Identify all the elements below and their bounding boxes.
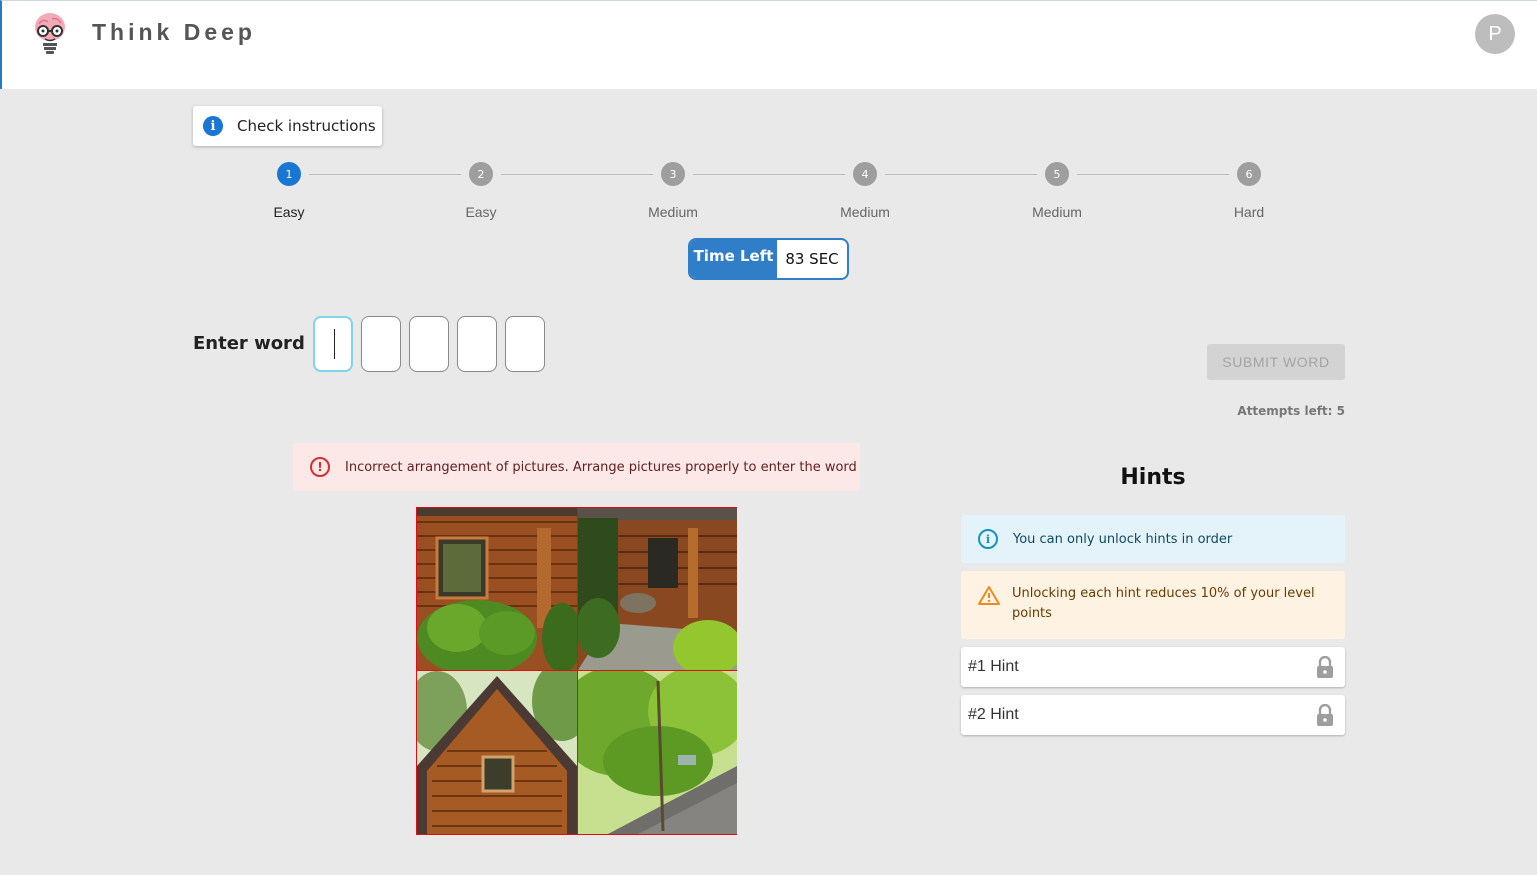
user-avatar[interactable]: P xyxy=(1475,14,1515,54)
level-step-2: 2 xyxy=(469,162,493,186)
time-left-value: 83 SEC xyxy=(785,250,839,268)
letter-input-2[interactable] xyxy=(361,316,401,372)
log-cabin-porch-tile xyxy=(417,508,577,670)
time-left-label: Time Left xyxy=(690,240,777,278)
lock-icon xyxy=(1317,656,1333,678)
level-label-1: Easy xyxy=(273,204,305,220)
hint-item-2[interactable]: #2 Hint xyxy=(961,695,1345,735)
level-step-6: 6 xyxy=(1237,162,1261,186)
error-icon: ! xyxy=(310,457,330,477)
hints-penalty-text: Unlocking each hint reduces 10% of your … xyxy=(1012,586,1315,621)
error-message: Incorrect arrangement of pictures. Arran… xyxy=(345,459,857,475)
submit-word-button[interactable]: SUBMIT WORD xyxy=(1207,344,1345,380)
info-icon: i xyxy=(978,529,998,549)
tree-over-roof-tile xyxy=(578,671,737,834)
level-step-1: 1 xyxy=(277,162,301,186)
level-label-3: Medium xyxy=(648,204,698,220)
level-step-4: 4 xyxy=(853,162,877,186)
level-label-6: Hard xyxy=(1233,204,1265,220)
letter-input-4[interactable] xyxy=(457,316,497,372)
level-step-5: 5 xyxy=(1045,162,1069,186)
hint-label: #1 Hint xyxy=(968,658,1019,675)
step-connector xyxy=(885,174,1037,175)
check-instructions-label: Check instructions xyxy=(237,117,376,135)
puzzle-tile-3[interactable] xyxy=(417,671,578,834)
letter-input-1[interactable] xyxy=(313,316,353,372)
check-instructions-button[interactable]: i Check instructions xyxy=(193,106,382,146)
step-connector xyxy=(501,174,653,175)
puzzle-tile-4[interactable] xyxy=(578,671,737,834)
step-connector xyxy=(309,174,461,175)
arrangement-error-alert: ! Incorrect arrangement of pictures. Arr… xyxy=(293,443,860,491)
attempts-left: Attempts left: 5 xyxy=(1237,404,1345,418)
brain-bulb-logo-icon xyxy=(35,13,65,54)
warning-icon xyxy=(978,586,1000,605)
text-caret xyxy=(334,329,335,359)
cabin-garden-path-tile xyxy=(578,508,737,670)
lock-icon xyxy=(1317,704,1333,726)
hints-penalty-warning-alert: Unlocking each hint reduces 10% of your … xyxy=(961,571,1345,639)
level-label-4: Medium xyxy=(840,204,890,220)
level-label-5: Medium xyxy=(1032,204,1082,220)
hints-title: Hints xyxy=(1120,465,1186,490)
app-title: Think Deep xyxy=(92,19,256,45)
puzzle-tile-1[interactable] xyxy=(417,508,578,671)
step-connector xyxy=(693,174,845,175)
hints-order-text: You can only unlock hints in order xyxy=(1013,531,1233,547)
time-left-badge: Time Left 83 SEC xyxy=(688,238,849,280)
info-icon: i xyxy=(203,116,223,136)
hint-item-1[interactable]: #1 Hint xyxy=(961,647,1345,687)
cabin-gable-roof-tile xyxy=(417,671,577,834)
picture-puzzle xyxy=(416,507,737,835)
hint-label: #2 Hint xyxy=(968,706,1019,723)
letter-input-5[interactable] xyxy=(505,316,545,372)
step-connector xyxy=(1077,174,1229,175)
level-label-2: Easy xyxy=(465,204,497,220)
puzzle-tile-2[interactable] xyxy=(578,508,737,671)
hints-order-info-alert: i You can only unlock hints in order xyxy=(961,515,1345,563)
app-header: Think Deep P xyxy=(0,0,1537,89)
level-step-3: 3 xyxy=(661,162,685,186)
letter-input-3[interactable] xyxy=(409,316,449,372)
enter-word-label: Enter word xyxy=(193,333,305,354)
